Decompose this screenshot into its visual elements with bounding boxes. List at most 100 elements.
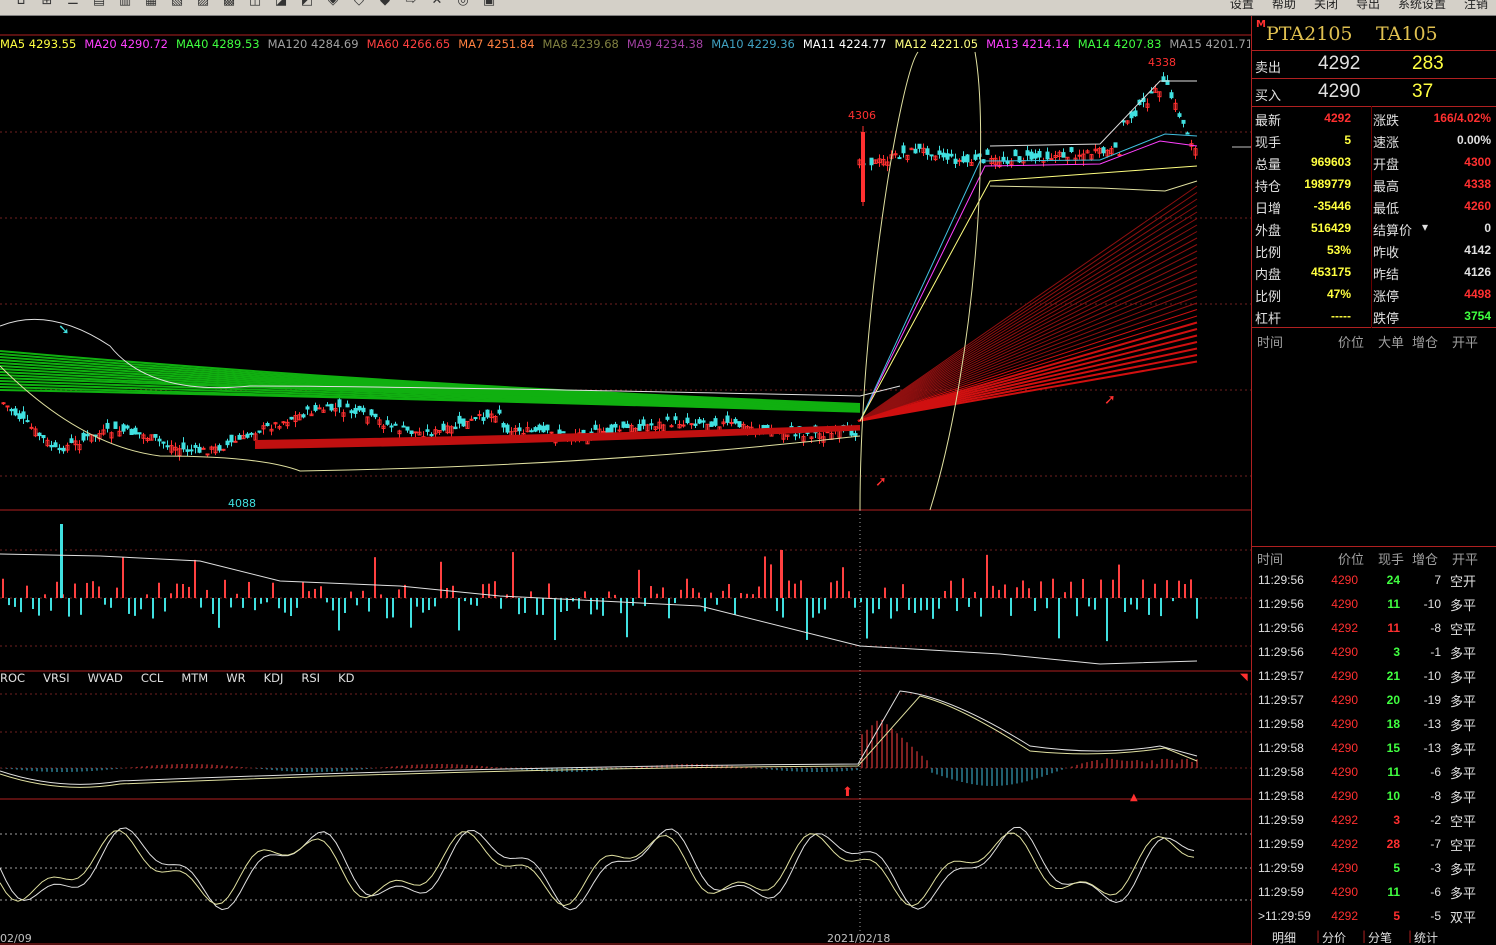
candle [1049, 158, 1054, 161]
menu-item[interactable]: 注销 [1464, 0, 1488, 12]
candle [113, 421, 118, 429]
candle [697, 419, 702, 424]
chart-area[interactable]: ➘ ➚ ➚ 4338 4306 4088 ⬆ ▲ ◥ MA5 4293.55 MA20 4290.… [0, 16, 1251, 945]
volume-bar [326, 598, 328, 603]
indicator-tab[interactable]: MTM [181, 671, 208, 685]
toolbar-icon[interactable]: ▨ [196, 0, 210, 8]
toolbar-icon[interactable]: ⇨ [404, 0, 418, 8]
ma-legend-item: MA14 4207.83 [1077, 37, 1162, 51]
trade-time: 11:29:56 [1258, 597, 1304, 611]
toolbar-icon[interactable]: ▦ [144, 0, 158, 8]
volume-bar [782, 598, 784, 618]
trade-kind: 双平 [1450, 911, 1477, 926]
trade-volume: 24 [1386, 573, 1400, 587]
settle-dropdown-icon[interactable]: ▾ [1422, 220, 1428, 234]
ma-legend-item: MA12 4221.05 [894, 37, 979, 51]
toolbar-icon[interactable]: ◇ [352, 0, 366, 8]
tab-tick[interactable]: 分笔 [1368, 929, 1392, 945]
toolbar-icon[interactable]: ◈ [326, 0, 340, 8]
ma-legend-item: MA7 4251.84 [458, 37, 535, 51]
toolbar-icon[interactable]: ▤ [92, 0, 106, 8]
toolbar-icon[interactable]: ▧ [170, 0, 184, 8]
toolbar-icon[interactable]: ▣ [482, 0, 496, 8]
volume-bar [44, 594, 46, 598]
candle [385, 420, 390, 425]
toolbar-icon[interactable]: ◩ [300, 0, 314, 8]
trade-volume: 11 [1387, 765, 1400, 779]
signal-arrow: ◥ [1240, 672, 1248, 683]
toolbar-icon[interactable]: ◪ [274, 0, 288, 8]
candle [29, 426, 34, 429]
candle [329, 403, 334, 411]
candle [961, 156, 966, 163]
toolbar-icon[interactable]: ◎ [456, 0, 470, 8]
volume-bar [950, 580, 952, 598]
tab-price-split[interactable]: 分价 [1322, 929, 1346, 945]
ma-legend-item: MA15 4201.71 [1169, 37, 1250, 51]
menu-item[interactable]: 系统设置 [1398, 0, 1446, 12]
indicator-tab[interactable]: ROC [0, 671, 25, 685]
menu-item[interactable]: 关闭 [1314, 0, 1338, 12]
x-axis-label-date: 2021/02/18 [827, 932, 891, 945]
toolbar-icon[interactable]: ▥ [118, 0, 132, 8]
volume-bar [1166, 580, 1168, 598]
stat-label: 比例 [1255, 246, 1282, 261]
indicator-tab[interactable]: WR [226, 671, 245, 685]
menu-item[interactable]: 设置 [1230, 0, 1254, 12]
toolbar-icon[interactable]: ▩ [222, 0, 236, 8]
volume-bar [1088, 598, 1090, 607]
volume-bar [260, 598, 262, 604]
trade-time: 11:29:56 [1258, 573, 1304, 587]
trade-price: 4292 [1331, 837, 1358, 851]
volume-bar [164, 598, 166, 612]
indicator-tab[interactable]: KDJ [264, 671, 284, 685]
indicator-tab[interactable]: KD [338, 671, 354, 685]
candle [593, 424, 598, 430]
stat-value: 0.00% [1456, 133, 1491, 147]
ma-legend-item: MA60 4266.65 [366, 37, 451, 51]
tab-stats[interactable]: 统计 [1414, 929, 1438, 945]
indicator-tab[interactable]: CCL [141, 671, 163, 685]
contract-code[interactable]: PTA2105 [1266, 23, 1353, 45]
candle [985, 149, 990, 155]
volume-bar [698, 592, 700, 598]
candle [953, 158, 958, 164]
candle [429, 434, 434, 437]
toolbar-icon[interactable]: ☰ [66, 0, 80, 8]
menu-item[interactable]: 导出 [1356, 0, 1380, 12]
trade-price: 4290 [1331, 717, 1358, 731]
candle [57, 447, 62, 451]
candle [81, 432, 86, 441]
volume-bar [104, 598, 106, 605]
candle [1181, 119, 1186, 124]
toolbar-icon[interactable]: ⊞ [40, 0, 54, 8]
tab-detail[interactable]: 明细 [1272, 929, 1296, 945]
volume-bar [890, 598, 892, 619]
candle [69, 438, 74, 443]
toolbar-icon[interactable]: ✕ [430, 0, 444, 8]
volume-bar [302, 582, 304, 598]
sell-price: 4292 [1318, 53, 1361, 74]
stat-label: 速涨 [1373, 136, 1400, 151]
volume-bar [242, 598, 244, 608]
candle [945, 153, 950, 160]
indicator-tab[interactable]: RSI [301, 671, 320, 685]
candle [693, 423, 698, 426]
volume-bar [560, 598, 562, 613]
volume-bar [788, 580, 790, 598]
toolbar-icon[interactable]: ◆ [378, 0, 392, 8]
ma-legend-item: MA11 4224.77 [802, 37, 887, 51]
candle [21, 411, 26, 419]
indicator-tab[interactable]: WVAD [88, 671, 123, 685]
candle [1169, 92, 1174, 99]
volume-bar [1172, 598, 1174, 602]
toolbar-icon[interactable]: ◫ [248, 0, 262, 8]
menu-item[interactable]: 帮助 [1272, 0, 1296, 12]
volume-bar [818, 598, 820, 614]
toolbar-icon[interactable]: ⌂ [14, 0, 28, 8]
candlestick-chart[interactable]: ➘ ➚ ➚ 4338 4306 4088 ⬆ ▲ ◥ [0, 16, 1251, 945]
candle [469, 418, 474, 421]
volume-bar [626, 598, 628, 638]
candle [361, 407, 366, 413]
indicator-tab[interactable]: VRSI [43, 671, 70, 685]
